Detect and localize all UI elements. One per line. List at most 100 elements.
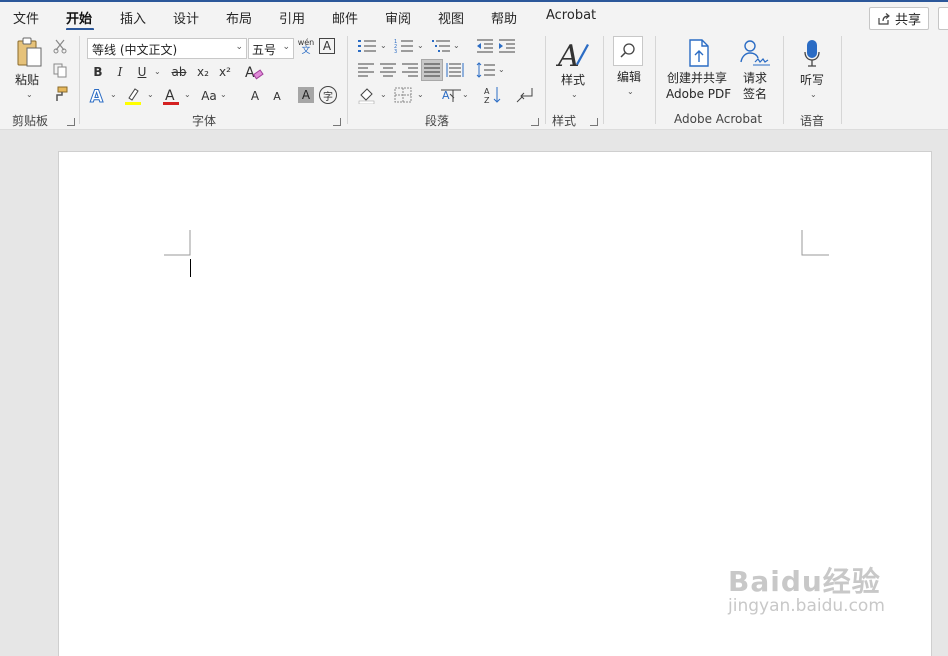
cut-icon[interactable]	[52, 38, 68, 54]
justify-icon[interactable]	[421, 59, 443, 81]
multilevel-dropdown-icon[interactable]: ⌄	[453, 41, 460, 50]
styles-icon[interactable]: A	[556, 38, 590, 70]
tab-mailings[interactable]: 邮件	[332, 8, 358, 27]
font-color-dropdown-icon[interactable]: ⌄	[184, 90, 191, 99]
underline-button[interactable]: U	[134, 63, 150, 81]
bullets-icon[interactable]	[357, 38, 377, 54]
paste-icon[interactable]	[14, 36, 46, 70]
change-case-button[interactable]: Aa	[199, 87, 219, 105]
create-share-pdf-line2[interactable]: Adobe PDF	[666, 87, 731, 102]
bold-button[interactable]: B	[90, 63, 106, 81]
svg-text:3: 3	[394, 49, 397, 54]
styles-button-label[interactable]: 样式	[561, 73, 585, 88]
multilevel-list-icon[interactable]	[431, 38, 451, 54]
clear-formatting-icon[interactable]: A	[244, 62, 264, 82]
tab-design[interactable]: 设计	[173, 8, 199, 27]
font-family-select[interactable]: 等线 (中文正文) ⌄	[87, 38, 247, 59]
share-button[interactable]: 共享	[869, 7, 929, 30]
font-size-select[interactable]: 五号 ⌄	[248, 38, 294, 59]
editing-dropdown-icon[interactable]: ⌄	[627, 87, 634, 96]
tab-review[interactable]: 审阅	[385, 8, 411, 27]
tab-layout[interactable]: 布局	[226, 8, 252, 27]
tab-insert[interactable]: 插入	[120, 8, 146, 27]
shrink-font-button[interactable]: A	[268, 87, 286, 105]
distributed-icon[interactable]	[446, 62, 464, 78]
paragraph-launcher-icon[interactable]	[531, 118, 539, 126]
request-sign-line2[interactable]: 签名	[743, 87, 767, 102]
numbering-icon[interactable]: 123	[394, 38, 414, 54]
sort-icon[interactable]: AZ	[483, 85, 503, 105]
align-right-icon[interactable]	[401, 62, 419, 78]
shading-icon[interactable]	[357, 86, 377, 104]
tab-acrobat[interactable]: Acrobat	[546, 8, 596, 23]
shading-dropdown-icon[interactable]: ⌄	[380, 90, 387, 99]
character-border-icon[interactable]: A	[319, 38, 335, 54]
asian-layout-dropdown-icon[interactable]: ⌄	[462, 90, 469, 99]
tab-view[interactable]: 视图	[438, 8, 464, 27]
create-share-pdf-line1[interactable]: 创建并共享	[667, 71, 727, 86]
styles-dropdown-icon[interactable]: ⌄	[571, 90, 578, 99]
group-separator	[783, 36, 784, 124]
subscript-button[interactable]: x₂	[194, 63, 212, 81]
group-separator	[603, 36, 604, 124]
paste-label[interactable]: 粘贴	[15, 73, 39, 88]
superscript-button[interactable]: x²	[216, 63, 234, 81]
borders-icon[interactable]	[394, 87, 412, 103]
share-icon	[878, 12, 890, 25]
phonetic-guide-icon[interactable]: wén 文	[297, 36, 315, 58]
crop-mark-top-left	[164, 230, 191, 256]
format-painter-icon[interactable]	[52, 86, 68, 102]
create-pdf-icon[interactable]	[685, 38, 713, 70]
search-icon[interactable]	[613, 36, 643, 66]
tab-help[interactable]: 帮助	[491, 8, 517, 27]
enclose-characters-button[interactable]: 字	[319, 86, 337, 104]
group-separator	[79, 36, 80, 124]
grow-font-button[interactable]: A	[246, 87, 264, 105]
highlight-icon[interactable]	[124, 86, 142, 106]
tab-home[interactable]: 开始	[66, 8, 92, 27]
comments-button[interactable]	[938, 7, 948, 30]
dictate-dropdown-icon[interactable]: ⌄	[810, 90, 817, 99]
line-spacing-icon[interactable]	[476, 62, 496, 78]
svg-text:Z: Z	[484, 96, 490, 105]
change-case-dropdown-icon[interactable]: ⌄	[220, 90, 227, 99]
clipboard-group-label: 剪贴板	[12, 114, 49, 128]
copy-icon[interactable]	[52, 62, 68, 78]
underline-dropdown-icon[interactable]: ⌄	[154, 67, 161, 76]
font-family-value: 等线 (中文正文)	[92, 43, 178, 57]
strikethrough-button[interactable]: ab	[168, 63, 190, 81]
paste-dropdown-icon[interactable]: ⌄	[26, 90, 33, 99]
chevron-down-icon: ⌄	[235, 42, 243, 52]
character-shading-button[interactable]: A	[298, 87, 314, 103]
tab-file[interactable]: 文件	[13, 8, 39, 27]
asian-layout-icon[interactable]: A	[440, 86, 462, 104]
text-effects-icon[interactable]: A	[89, 86, 107, 107]
numbering-dropdown-icon[interactable]: ⌄	[417, 41, 424, 50]
borders-dropdown-icon[interactable]: ⌄	[417, 90, 424, 99]
request-signature-icon[interactable]	[739, 38, 771, 68]
watermark: Baidu经验 jingyan.baidu.com	[728, 560, 885, 616]
align-center-icon[interactable]	[379, 62, 397, 78]
show-marks-icon[interactable]	[516, 86, 534, 104]
tab-references[interactable]: 引用	[279, 8, 305, 27]
align-left-icon[interactable]	[357, 62, 375, 78]
bullets-dropdown-icon[interactable]: ⌄	[380, 41, 387, 50]
decrease-indent-icon[interactable]	[476, 38, 494, 54]
text-effects-dropdown-icon[interactable]: ⌄	[110, 90, 117, 99]
italic-button[interactable]: I	[112, 63, 128, 81]
ribbon: 粘贴 ⌄ 剪贴板 等线 (中文正文) ⌄ 五号 ⌄ wén 文 A B I U …	[0, 30, 948, 130]
request-sign-line1[interactable]: 请求	[743, 71, 767, 86]
paragraph-group-label: 段落	[425, 114, 450, 128]
increase-indent-icon[interactable]	[498, 38, 516, 54]
dictate-label[interactable]: 听写	[800, 73, 824, 88]
microphone-icon[interactable]	[802, 38, 822, 70]
line-spacing-dropdown-icon[interactable]: ⌄	[498, 65, 505, 74]
editing-button-label[interactable]: 编辑	[617, 70, 641, 85]
styles-launcher-icon[interactable]	[590, 118, 598, 126]
font-launcher-icon[interactable]	[333, 118, 341, 126]
clipboard-launcher-icon[interactable]	[67, 118, 75, 126]
highlight-dropdown-icon[interactable]: ⌄	[147, 90, 154, 99]
voice-group-label: 语音	[800, 114, 825, 128]
group-separator	[545, 36, 546, 124]
font-color-icon[interactable]: A	[162, 86, 180, 106]
